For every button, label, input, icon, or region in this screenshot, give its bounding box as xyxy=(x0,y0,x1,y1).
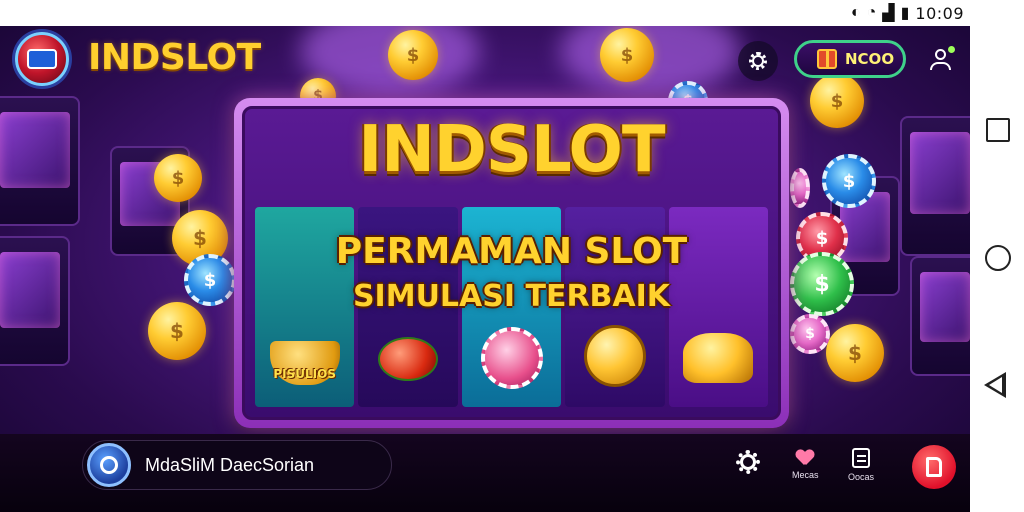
status-icons: ◐ ◔ ▟ ▮ 10:09 xyxy=(851,3,964,23)
app-logo[interactable] xyxy=(15,32,69,86)
action-button[interactable] xyxy=(912,445,956,489)
chip-icon: $ xyxy=(790,314,830,354)
search-bar[interactable]: MdaSliM DaecSorian xyxy=(82,440,392,490)
slot-cabinet xyxy=(0,236,70,366)
game-screen: $ $ $ $ $ $ $ $ $ $ $ $ $ $ INDSLOT NCOO… xyxy=(0,26,970,512)
chip-symbol-icon xyxy=(480,327,543,389)
favorites-label: Mecas xyxy=(792,470,819,480)
wifi-icon: ◔ xyxy=(866,4,877,21)
brand-name: INDSLOT xyxy=(88,37,261,78)
balance-text: NCOO xyxy=(845,50,895,68)
app-icon xyxy=(926,457,942,477)
settings-button[interactable] xyxy=(738,41,778,81)
search-text: MdaSliM DaecSorian xyxy=(145,454,315,475)
orders-label: Oocas xyxy=(848,472,875,482)
banner-subtitle-line2: SIMULASI TERBAIK xyxy=(352,279,671,314)
gear-icon xyxy=(749,52,767,70)
fruit-icon xyxy=(378,337,439,381)
status-bar: ◐ ◔ ▟ ▮ 10:09 xyxy=(0,0,1024,26)
banner-subtitle-line1: PERMAMAN SLOT xyxy=(335,231,688,272)
user-icon xyxy=(935,49,946,60)
coin-icon: $ xyxy=(148,302,206,360)
favorites-button[interactable]: Mecas xyxy=(792,450,819,480)
orders-button[interactable]: Oocas xyxy=(848,448,874,482)
coin-icon: $ xyxy=(154,154,202,202)
balance-button[interactable]: NCOO xyxy=(794,40,906,78)
gift-icon xyxy=(817,49,837,69)
navigation-bar xyxy=(970,26,1024,512)
home-button[interactable] xyxy=(985,245,1011,271)
back-button[interactable] xyxy=(984,372,1006,398)
profile-button[interactable] xyxy=(924,44,956,76)
heart-icon xyxy=(796,450,814,466)
slot-cabinet xyxy=(910,256,970,376)
battery-icon: ▮ xyxy=(900,5,910,22)
slot-cabinet xyxy=(900,116,970,256)
banner-title: INDSLOT xyxy=(358,113,665,187)
online-indicator xyxy=(948,46,955,53)
slot-cabinet xyxy=(0,96,80,226)
bottom-bar: MdaSliM DaecSorian Mecas Oocas xyxy=(0,434,970,512)
coin-icon: $ xyxy=(388,30,438,80)
slot-machine-display: PISULIOS INDSLOT PERMAMAN SLOT SIMULASI … xyxy=(242,106,781,420)
search-icon xyxy=(87,443,131,487)
bottom-settings-button[interactable] xyxy=(736,450,760,474)
coin-symbol-icon xyxy=(583,325,646,387)
recents-button[interactable] xyxy=(986,118,1010,142)
chip-icon xyxy=(790,168,810,208)
coin-icon: $ xyxy=(810,74,864,128)
reel-label: PISULIOS xyxy=(273,367,336,381)
bag-icon xyxy=(852,448,870,468)
coin-icon: $ xyxy=(600,28,654,82)
signal-icon: ▟ xyxy=(882,5,895,22)
chip-icon: $ xyxy=(184,254,236,306)
slot-machine-banner[interactable]: PISULIOS INDSLOT PERMAMAN SLOT SIMULASI … xyxy=(234,98,789,428)
gold-pile-icon xyxy=(683,333,754,383)
chip-icon: $ xyxy=(790,252,854,316)
chip-icon: $ xyxy=(822,154,876,208)
sync-icon: ◐ xyxy=(850,4,861,21)
coin-icon: $ xyxy=(826,324,884,382)
status-time: 10:09 xyxy=(915,3,964,23)
